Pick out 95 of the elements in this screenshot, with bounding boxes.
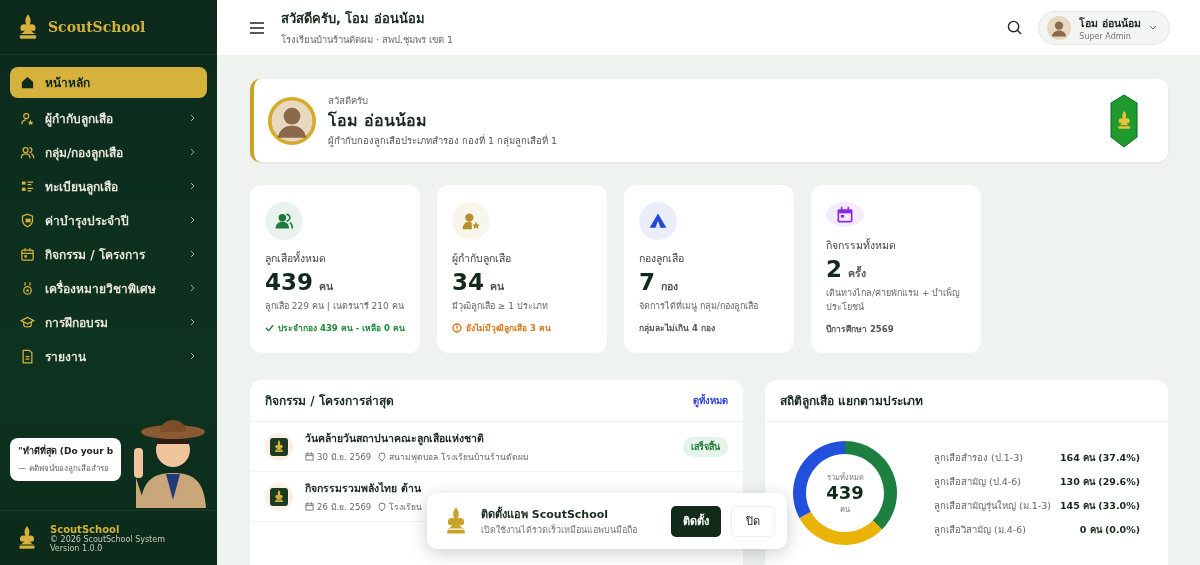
- activity-date: 30 มิ.ย. 2569: [317, 450, 372, 464]
- stat-value: 2: [826, 256, 842, 282]
- quote-source: — คติพจน์ของลูกเสือสำรอ: [18, 463, 110, 475]
- chevron-icon: [189, 250, 197, 258]
- activity-title: วันคล้ายวันสถาปนาคณะลูกเสือแห่งชาติ: [305, 430, 485, 447]
- user-name: โอม อ่อนน้อม: [328, 110, 428, 132]
- sidebar-item[interactable]: กิจกรรม / โครงการ: [10, 240, 207, 268]
- stat-note: ประจำกอง 439 คน - เหลือ 0 คน: [278, 322, 405, 335]
- chevron-icon: [189, 216, 197, 224]
- activity-place: โรงเรียน: [389, 500, 423, 514]
- alert-icon: [452, 323, 462, 333]
- sidebar-item[interactable]: หน้าหลัก: [10, 67, 207, 98]
- stat-note: ปีการศึกษา 2569: [826, 323, 894, 336]
- status-badge: เสร็จสิ้น: [683, 436, 728, 457]
- home-icon: [20, 75, 35, 90]
- greeting-title: สวัสดีครับ, โอม อ่อนน้อม: [281, 10, 426, 28]
- legend-label: ลูกเสือสามัญ (ป.4-6): [934, 474, 1021, 489]
- stat-label: ผู้กำกับลูกเสือ: [452, 251, 512, 267]
- menu-icon[interactable]: [249, 20, 265, 35]
- position-text: ผู้กำกับกองลูกเสือประเภทสำรอง กองที่ 1 กลุ่มลูกเสือที่ 1: [328, 133, 559, 148]
- stat-label: กองลูกเสือ: [639, 251, 685, 267]
- stat-note: กลุ่มละไม่เกิน 4 กอง: [639, 322, 715, 335]
- legend-value: 130 คน (29.6%): [1059, 474, 1140, 489]
- stat-detail: จัดการได้ที่เมนู กลุ่ม/กองลูกเสือ: [639, 299, 759, 313]
- welcome-text: สวัสดีครับ: [328, 94, 369, 108]
- sidebar-item[interactable]: การฝึกอบรม: [10, 308, 207, 336]
- search-icon[interactable]: [1007, 20, 1023, 35]
- calendar-icon: [20, 246, 35, 262]
- chevron-icon: [189, 114, 197, 122]
- stat-unit: คน: [490, 279, 504, 294]
- version-text: Version 1.0.0: [50, 543, 104, 553]
- shield-icon: [20, 212, 35, 228]
- stat-detail: มีวุฒิลูกเสือ ≥ 1 ประเภท: [452, 300, 549, 313]
- popup-title: ติดตั้งแอพ ScoutSchool: [481, 505, 610, 523]
- stat-unit: คน: [319, 279, 333, 294]
- avatar-icon: [268, 96, 316, 145]
- logo-icon: [270, 437, 288, 456]
- chevron-down-icon: [1149, 24, 1157, 31]
- chevron-icon: [189, 284, 197, 292]
- stat-label: ลูกเสือทั้งหมด: [265, 250, 327, 267]
- stat-unit: กอง: [661, 279, 678, 294]
- calendar-icon: [305, 452, 314, 461]
- person-star-icon: [20, 110, 35, 126]
- school-name: โรงเรียนบ้านร้านตัดผม · สพป.ชุมพร เขต 1: [281, 33, 454, 47]
- popup-subtitle: เปิดใช้งานได้รวดเร็วเหมือนแอพบนมือถือ: [481, 523, 638, 537]
- view-all-link[interactable]: ดูทั้งหมด: [693, 393, 728, 408]
- stat-label: กิจกรรมทั้งหมด: [826, 237, 897, 253]
- stat-detail: เดินทางไกล/ค่ายพักแรม + บำเพ็ญประโยชน์: [826, 286, 962, 314]
- chevron-icon: [189, 352, 197, 360]
- sidebar-item[interactable]: รายงาน: [10, 342, 207, 370]
- activity-title: กิจกรรมรวมพลังไทย ต้าน: [305, 480, 422, 496]
- quote-text: "ทำดีที่สุด (Do your b: [18, 444, 114, 458]
- sidebar-item[interactable]: ทะเบียนลูกเสือ: [10, 172, 207, 200]
- calendar-icon: [305, 502, 314, 511]
- stat-value: 34: [452, 269, 484, 295]
- location-icon: [378, 501, 387, 512]
- activity-place: สนามฟุตบอล โรงเรียนบ้านร้านตัดผม: [389, 450, 529, 464]
- brand-name: ScoutSchool: [48, 19, 146, 35]
- check-icon: [265, 323, 275, 333]
- card-title: สถิติลูกเสือ แยกตามประเภท: [780, 393, 924, 410]
- footer-brand: ScoutSchool: [50, 523, 121, 535]
- list-icon: [20, 178, 35, 194]
- legend-value: 0 คน (0.0%): [1079, 522, 1140, 537]
- document-icon: [20, 348, 35, 364]
- avatar-icon: [1047, 15, 1072, 40]
- activity-date: 26 มิ.ย. 2569: [317, 500, 372, 514]
- location-icon: [378, 451, 387, 462]
- people-icon: [20, 144, 35, 160]
- chevron-icon: [189, 182, 197, 190]
- card-title: กิจกรรม / โครงการล่าสุด: [265, 393, 394, 410]
- legend-value: 145 คน (33.0%): [1059, 498, 1140, 513]
- close-button[interactable]: ปิด: [731, 505, 775, 537]
- graduation-cap-icon: [20, 314, 35, 330]
- medal-icon: [20, 280, 35, 296]
- logo-icon: [270, 487, 288, 506]
- legend-value: 164 คน (37.4%): [1059, 450, 1140, 465]
- user-menu[interactable]: โอม อ่อนน้อม Super Admin: [1038, 10, 1170, 45]
- sidebar-item[interactable]: กลุ่ม/กองลูกเสือ: [10, 138, 207, 166]
- install-button[interactable]: ติดตั้ง: [671, 505, 721, 537]
- chevron-icon: [189, 318, 197, 326]
- stat-unit: ครั้ง: [848, 265, 866, 281]
- sidebar-item[interactable]: ค่าบำรุงประจำปี: [10, 206, 207, 234]
- stat-value: 439: [265, 269, 313, 295]
- chevron-icon: [189, 148, 197, 156]
- legend-label: ลูกเสือวิสามัญ (ม.4-6): [934, 522, 1026, 537]
- legend-label: ลูกเสือสามัญรุ่นใหญ่ (ม.1-3): [934, 498, 1051, 513]
- sidebar-item[interactable]: ผู้กำกับลูกเสือ: [10, 104, 207, 132]
- badge-icon: [1110, 93, 1138, 148]
- stat-note: ยังไม่มีวุฒิลูกเสือ 3 คน: [466, 322, 551, 335]
- legend-label: ลูกเสือสำรอง (ป.1-3): [934, 450, 1023, 465]
- copyright-text: © 2026 ScoutSchool System: [50, 534, 165, 544]
- donut-total: 439: [826, 483, 864, 503]
- sidebar-item[interactable]: เครื่องหมายวิชาพิเศษ: [10, 274, 207, 302]
- stat-value: 7: [639, 269, 655, 295]
- stat-detail: ลูกเสือ 229 คน | เนตรนารี 210 คน: [265, 300, 405, 313]
